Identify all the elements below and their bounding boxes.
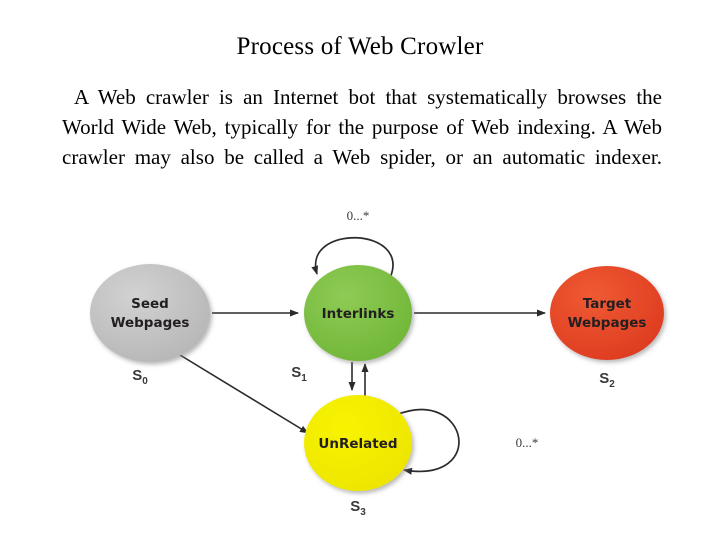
state-label-s0-subscript: 0 [142,376,148,387]
state-label-s3-letter: S [350,498,360,515]
state-label-s3-subscript: 3 [360,507,366,518]
state-label-s2-subscript: 2 [609,379,615,390]
state-label-s1-subscript: 1 [301,373,307,384]
state-label-s1-letter: S [291,364,301,381]
target-webpages-label-line2: Webpages [568,315,647,331]
unrelated-label: UnRelated [318,436,397,452]
seed-webpages-ellipse[interactable] [90,264,210,362]
node-target-webpages[interactable]: Target Webpages [550,266,664,360]
edge-seed-to-unrelated [179,354,309,434]
node-interlinks[interactable]: Interlinks [304,265,412,361]
node-seed-webpages[interactable]: Seed Webpages [90,264,210,362]
page-title: Process of Web Crowler [236,33,484,60]
interlinks-label: Interlinks [322,306,395,322]
seed-webpages-label-line2: Webpages [111,315,190,331]
self-loop-unrelated-label: 0...* [516,435,539,450]
state-label-s1: S1 [291,364,307,384]
seed-webpages-label-line1: Seed [131,296,169,312]
state-label-s3: S3 [350,498,366,518]
target-webpages-label-line1: Target [583,296,632,312]
state-label-s2: S2 [599,370,615,390]
web-crawler-state-diagram: Seed Webpages S0 Interlinks S1 Target We… [40,200,680,530]
slide-canvas: Process of Web Crowler A Web crawler is … [0,0,720,540]
state-label-s2-letter: S [599,370,609,387]
target-webpages-ellipse[interactable] [550,266,664,360]
state-label-s0-letter: S [132,367,142,384]
body-paragraph: A Web crawler is an Internet bot that sy… [62,85,662,169]
state-label-s0: S0 [132,367,148,387]
node-unrelated[interactable]: UnRelated [304,395,412,491]
self-loop-interlinks-label: 0...* [347,208,370,223]
